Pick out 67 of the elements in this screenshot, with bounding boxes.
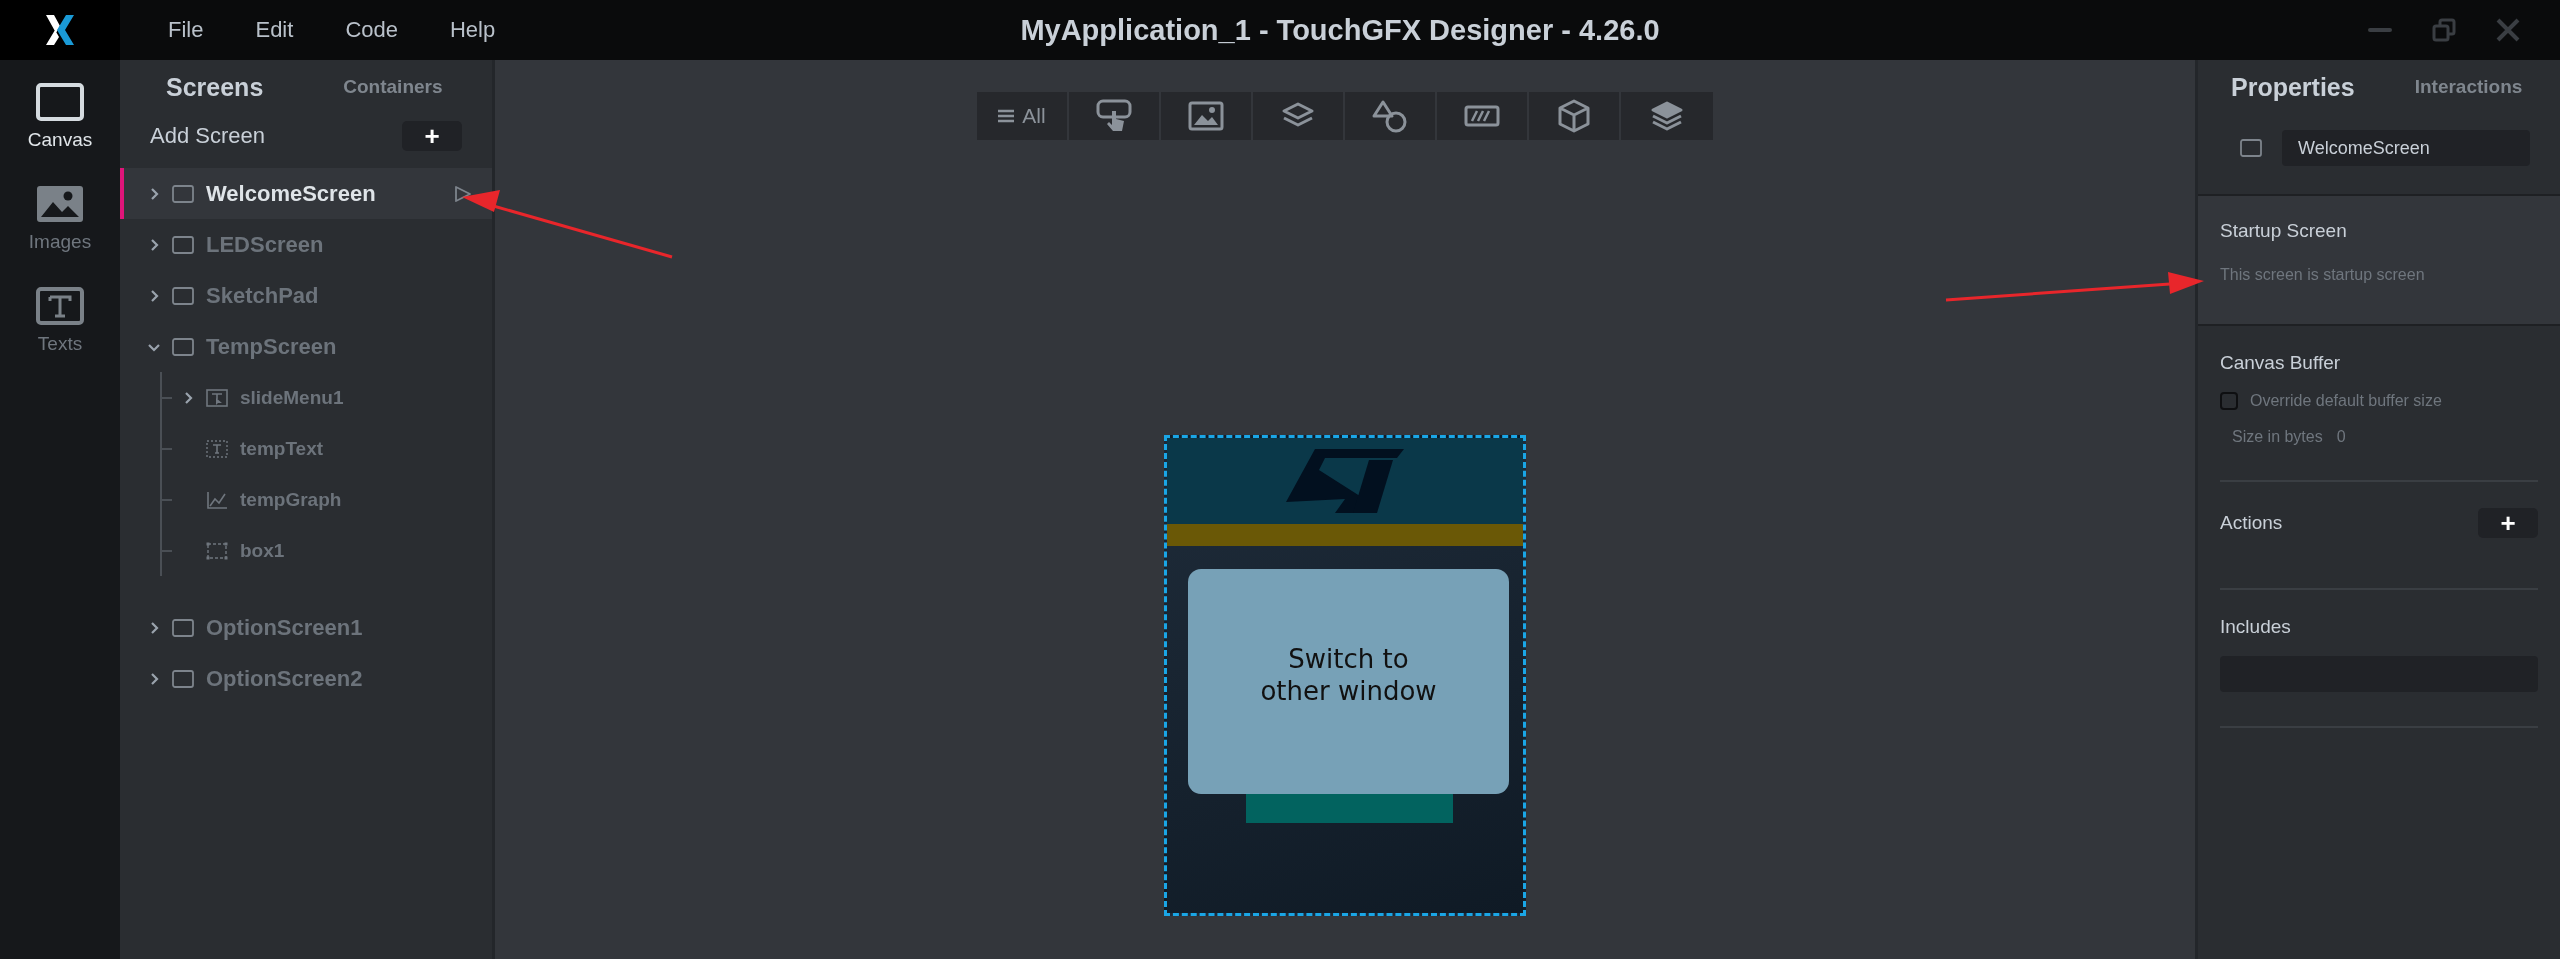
window-title: MyApplication_1 - TouchGFX Designer - 4.26.0 bbox=[1020, 13, 1660, 47]
sidebar-tab[interactable]: Images bbox=[10, 184, 110, 254]
play-icon[interactable] bbox=[454, 184, 472, 203]
slide-menu-icon bbox=[206, 388, 228, 407]
startup-note: This screen is startup screen bbox=[2220, 266, 2426, 284]
text-box-icon bbox=[206, 439, 228, 458]
shapes-icon bbox=[1372, 99, 1408, 133]
menu-item[interactable]: File bbox=[142, 17, 230, 43]
checkbox-label: Override default buffer size bbox=[2250, 392, 2442, 410]
chevron-icon[interactable] bbox=[148, 672, 160, 685]
add-action-button[interactable]: + bbox=[2478, 508, 2538, 538]
chevron-icon[interactable] bbox=[182, 391, 194, 404]
screen-item[interactable]: WelcomeScreen bbox=[120, 168, 492, 219]
screen-icon bbox=[172, 286, 194, 305]
image-icon bbox=[36, 185, 84, 223]
screen-icon bbox=[172, 618, 194, 637]
menu-item[interactable]: Code bbox=[319, 17, 424, 43]
add-screen-label: Add Screen bbox=[150, 123, 265, 149]
add-screen-button[interactable]: + bbox=[402, 121, 462, 151]
name-field[interactable]: WelcomeScreen bbox=[2282, 130, 2530, 166]
logo-icon bbox=[1285, 448, 1405, 514]
menu-item[interactable]: Help bbox=[423, 17, 522, 43]
cube-icon bbox=[1558, 99, 1590, 133]
sidebar-tab[interactable]: Texts bbox=[10, 286, 110, 356]
text-icon bbox=[36, 287, 84, 325]
menu-icon bbox=[998, 109, 1015, 123]
screen-icon bbox=[172, 184, 194, 203]
canvas-icon bbox=[36, 83, 84, 121]
sidebar-tab[interactable]: Canvas bbox=[10, 82, 110, 152]
chevron-icon[interactable] bbox=[148, 238, 160, 251]
panel-tab[interactable]: Properties bbox=[2231, 72, 2355, 102]
chevron-icon[interactable] bbox=[148, 187, 160, 200]
chevron-icon[interactable] bbox=[148, 621, 160, 634]
progress-bar-icon bbox=[1464, 105, 1500, 127]
tree-item[interactable]: box1 bbox=[162, 525, 492, 576]
filter-all-button[interactable]: All bbox=[977, 92, 1069, 140]
checkbox[interactable] bbox=[2220, 392, 2238, 410]
screen-item[interactable]: LEDScreen bbox=[120, 219, 492, 270]
tree-item[interactable]: tempText bbox=[162, 423, 492, 474]
image-icon bbox=[1188, 101, 1224, 131]
menu-item[interactable]: Edit bbox=[229, 17, 320, 43]
size-label: Size in bytes bbox=[2232, 428, 2323, 446]
box-icon bbox=[206, 541, 228, 560]
screen-icon bbox=[172, 669, 194, 688]
tree-item[interactable]: slideMenu1 bbox=[162, 372, 492, 423]
screen-item[interactable]: OptionScreen1 bbox=[120, 602, 492, 653]
popup-text: Switch to other window bbox=[1260, 644, 1437, 707]
tree-item[interactable]: tempGraph bbox=[162, 474, 492, 525]
screen-icon bbox=[2240, 139, 2262, 157]
chevron-icon[interactable] bbox=[148, 289, 160, 302]
section-title: Actions bbox=[2220, 512, 2283, 534]
section-title: Includes bbox=[2220, 616, 2292, 638]
graph-icon bbox=[206, 490, 228, 509]
screen-icon bbox=[172, 235, 194, 254]
size-value: 0 bbox=[2336, 428, 2346, 446]
panel-tab[interactable]: Containers bbox=[343, 76, 443, 98]
section-title: Canvas Buffer bbox=[2220, 352, 2342, 374]
screen-item[interactable]: OptionScreen2 bbox=[120, 653, 492, 704]
logo-icon bbox=[45, 14, 75, 46]
screen-icon bbox=[172, 337, 194, 356]
section-title: Startup Screen bbox=[2220, 220, 2348, 242]
touch-icon bbox=[1096, 99, 1132, 133]
screen-item[interactable]: TempScreen bbox=[120, 321, 492, 372]
stack-icon bbox=[1650, 100, 1684, 132]
panel-tab[interactable]: Interactions bbox=[2414, 76, 2523, 98]
screen-item[interactable]: SketchPad bbox=[120, 270, 492, 321]
panel-tab[interactable]: Screens bbox=[166, 72, 264, 102]
